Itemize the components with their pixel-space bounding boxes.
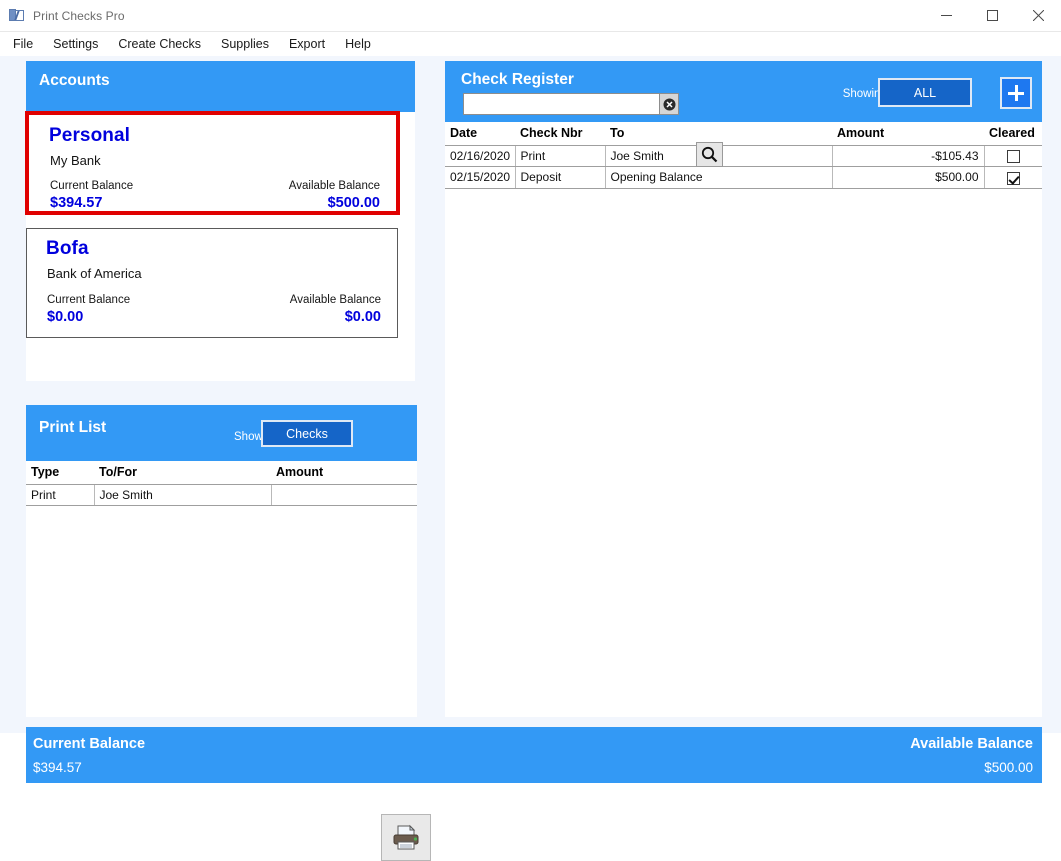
menu-item-create-checks[interactable]: Create Checks [108, 34, 211, 54]
cell-amount: $105.43 [271, 485, 417, 506]
account-card-bofa[interactable]: Bofa Bank of America Current Balance $0.… [26, 228, 398, 338]
column-header-date: Date [445, 122, 515, 146]
cell-amount: -$105.43 [832, 146, 984, 167]
cell-check-nbr: Print [515, 146, 605, 167]
minimize-icon[interactable] [923, 0, 969, 32]
printer-icon[interactable] [381, 814, 431, 861]
check-register-table-container: Date Check Nbr To Amount Cleared 02/16/2… [445, 122, 1042, 717]
maximize-icon[interactable] [969, 0, 1015, 32]
menu-item-supplies[interactable]: Supplies [211, 34, 279, 54]
search-input[interactable] [463, 93, 659, 115]
column-header-amount: Amount [832, 122, 984, 146]
table-row[interactable]: 02/16/2020 Print Joe Smith -$105.43 [445, 146, 1042, 167]
table-row[interactable]: 02/15/2020 Deposit Opening Balance $500.… [445, 167, 1042, 188]
add-transaction-button[interactable] [1000, 77, 1032, 109]
current-balance-value: $0.00 [47, 309, 83, 325]
cell-date: 02/16/2020 [445, 146, 515, 167]
window-controls [923, 0, 1061, 32]
account-name: Personal [49, 125, 130, 147]
cell-to-for: Joe Smith [94, 485, 271, 506]
menu-item-help[interactable]: Help [335, 34, 381, 54]
account-name: Bofa [46, 238, 89, 260]
column-header-cleared: Cleared [984, 122, 1042, 146]
column-header-type: Type [26, 461, 94, 485]
cleared-checkbox[interactable] [1007, 172, 1020, 185]
available-balance-label: Available Balance [290, 294, 381, 306]
account-bank: Bank of America [47, 266, 142, 281]
menu-item-export[interactable]: Export [279, 34, 335, 54]
cell-date: 02/15/2020 [445, 167, 515, 188]
print-list-header-row: Type To/For Amount [26, 461, 417, 485]
menu-item-settings[interactable]: Settings [43, 34, 108, 54]
close-icon[interactable] [1015, 0, 1061, 32]
available-balance-label: Available Balance [289, 180, 380, 192]
current-balance-value: $394.57 [50, 195, 102, 211]
accounts-list: Personal My Bank Current Balance $394.57… [26, 112, 415, 381]
table-row[interactable]: Print Joe Smith $105.43 [26, 485, 417, 506]
accounts-title: Accounts [39, 72, 110, 90]
cleared-checkbox[interactable] [1007, 150, 1020, 163]
search-box [463, 93, 679, 115]
print-list-table: Type To/For Amount Print Joe Smith $105.… [26, 461, 417, 506]
print-list-title: Print List [39, 419, 106, 437]
summary-available-balance-label: Available Balance [910, 736, 1033, 752]
cell-to: Opening Balance [605, 167, 832, 188]
cell-amount: $500.00 [832, 167, 984, 188]
workspace: Accounts Personal My Bank Current Balanc… [0, 56, 1061, 733]
app-window-icon [9, 9, 25, 23]
cell-cleared[interactable] [984, 146, 1042, 167]
check-register-header: Check Register Showing: ALL [445, 61, 1042, 122]
cell-type: Print [26, 485, 94, 506]
account-card-personal[interactable]: Personal My Bank Current Balance $394.57… [25, 111, 400, 215]
accounts-header: Accounts [26, 61, 415, 112]
register-header-row: Date Check Nbr To Amount Cleared [445, 122, 1042, 146]
cell-cleared[interactable] [984, 167, 1042, 188]
menu-item-file[interactable]: File [0, 34, 43, 54]
print-list-header: Print List Showing: Checks [26, 405, 417, 461]
summary-available-balance-value: $500.00 [984, 760, 1033, 775]
summary-current-balance-value: $394.57 [33, 760, 82, 775]
column-header-check-nbr: Check Nbr [515, 122, 605, 146]
current-balance-label: Current Balance [47, 294, 130, 306]
title-bar: Print Checks Pro [0, 0, 1061, 32]
clear-circle-icon[interactable] [659, 93, 679, 115]
check-register-table: Date Check Nbr To Amount Cleared 02/16/2… [445, 122, 1042, 189]
menu-bar: File Settings Create Checks Supplies Exp… [0, 32, 1061, 56]
print-list-panel: Print List Showing: Checks Type [26, 405, 417, 717]
summary-current-balance-label: Current Balance [33, 736, 145, 752]
accounts-panel: Accounts Personal My Bank Current Balanc… [26, 61, 415, 381]
cell-check-nbr: Deposit [515, 167, 605, 188]
column-header-to-for: To/For [94, 461, 271, 485]
column-header-amount: Amount [271, 461, 417, 485]
window-title: Print Checks Pro [33, 9, 125, 23]
account-bank: My Bank [50, 153, 101, 168]
register-filter-button[interactable]: ALL [878, 78, 972, 107]
balance-summary-bar: Current Balance $394.57 Available Balanc… [26, 727, 1042, 783]
available-balance-value: $0.00 [345, 309, 381, 325]
check-register-panel: Check Register Showing: ALL [445, 61, 1042, 717]
available-balance-value: $500.00 [328, 195, 380, 211]
print-list-filter-button[interactable]: Checks [261, 420, 353, 447]
print-list-table-container: Type To/For Amount Print Joe Smith $105.… [26, 461, 417, 717]
current-balance-label: Current Balance [50, 180, 133, 192]
magnifier-icon[interactable] [696, 142, 723, 167]
check-register-title: Check Register [461, 71, 574, 89]
